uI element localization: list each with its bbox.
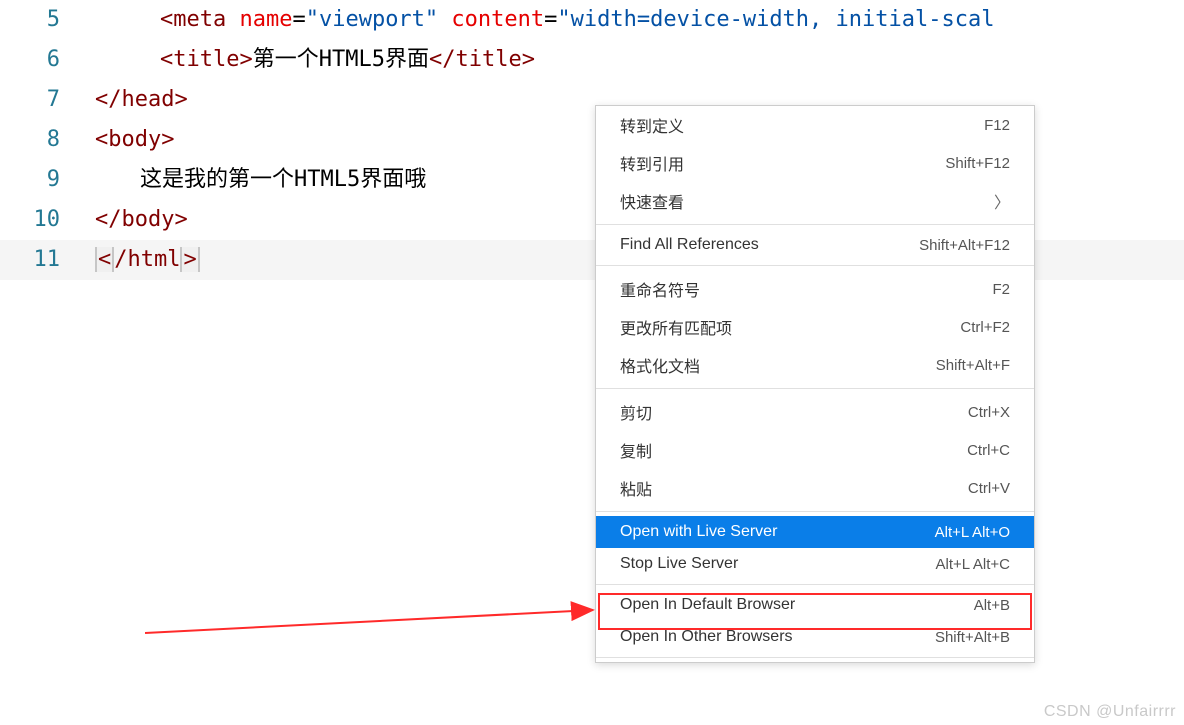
menu-item-shortcut: F12: [984, 117, 1010, 134]
menu-item-stop-live-server[interactable]: Stop Live Server Alt+L Alt+C: [596, 548, 1034, 580]
menu-separator: [596, 511, 1034, 512]
code-line: <title>第一个HTML5界面</title>: [95, 40, 1184, 80]
menu-item-copy[interactable]: 复制 Ctrl+C: [596, 431, 1034, 469]
menu-item-shortcut: Ctrl+F2: [960, 319, 1010, 336]
menu-item-shortcut: F2: [992, 281, 1010, 298]
menu-item-rename-symbol[interactable]: 重命名符号 F2: [596, 270, 1034, 308]
menu-item-label: 复制: [620, 438, 652, 462]
line-number: 5: [0, 0, 95, 40]
menu-item-open-with-live-server[interactable]: Open with Live Server Alt+L Alt+O: [596, 516, 1034, 548]
menu-item-format-document[interactable]: 格式化文档 Shift+Alt+F: [596, 346, 1034, 384]
line-number: 6: [0, 40, 95, 80]
menu-separator: [596, 388, 1034, 389]
menu-item-label: 剪切: [620, 400, 652, 424]
watermark: CSDN @Unfairrrr: [1044, 703, 1176, 721]
menu-item-label: 格式化文档: [620, 353, 700, 377]
line-number: 7: [0, 80, 95, 120]
menu-item-shortcut: Alt+B: [974, 597, 1010, 614]
menu-separator: [596, 584, 1034, 585]
menu-item-paste[interactable]: 粘贴 Ctrl+V: [596, 469, 1034, 507]
line-number-gutter: 5 6 7 8 9 10 11: [0, 0, 95, 280]
menu-item-find-all-references[interactable]: Find All References Shift+Alt+F12: [596, 229, 1034, 261]
annotation-arrow: [145, 465, 605, 635]
line-number: 8: [0, 120, 95, 160]
menu-item-label: 粘贴: [620, 476, 652, 500]
menu-item-label: Open In Other Browsers: [620, 628, 793, 646]
menu-item-label: 转到定义: [620, 113, 684, 137]
line-number: 11: [0, 240, 95, 280]
menu-separator: [596, 224, 1034, 225]
menu-item-shortcut: Shift+Alt+F: [936, 357, 1010, 374]
menu-item-change-all-occurrences[interactable]: 更改所有匹配项 Ctrl+F2: [596, 308, 1034, 346]
menu-item-open-in-default-browser[interactable]: Open In Default Browser Alt+B: [596, 589, 1034, 621]
menu-item-shortcut: Shift+F12: [945, 155, 1010, 172]
menu-item-label: Open In Default Browser: [620, 596, 795, 614]
code-line: <meta name="viewport" content="width=dev…: [95, 0, 1184, 40]
menu-separator: [596, 265, 1034, 266]
menu-item-cut[interactable]: 剪切 Ctrl+X: [596, 393, 1034, 431]
menu-item-label: 重命名符号: [620, 277, 700, 301]
menu-item-shortcut: Ctrl+V: [968, 480, 1010, 497]
menu-item-shortcut: Ctrl+X: [968, 404, 1010, 421]
menu-item-shortcut: Alt+L Alt+O: [935, 524, 1010, 541]
menu-item-goto-references[interactable]: 转到引用 Shift+F12: [596, 144, 1034, 182]
chevron-right-icon: 〉: [994, 189, 1010, 213]
menu-item-peek[interactable]: 快速查看 〉: [596, 182, 1034, 220]
line-number: 9: [0, 160, 95, 200]
menu-item-shortcut: Ctrl+C: [967, 442, 1010, 459]
menu-item-shortcut: Alt+L Alt+C: [936, 556, 1011, 573]
menu-item-label: Stop Live Server: [620, 555, 738, 573]
menu-item-label: 更改所有匹配项: [620, 315, 732, 339]
line-number: 10: [0, 200, 95, 240]
menu-item-open-in-other-browsers[interactable]: Open In Other Browsers Shift+Alt+B: [596, 621, 1034, 653]
menu-item-goto-definition[interactable]: 转到定义 F12: [596, 106, 1034, 144]
menu-item-shortcut: Shift+Alt+F12: [919, 237, 1010, 254]
context-menu[interactable]: 转到定义 F12 转到引用 Shift+F12 快速查看 〉 Find All …: [595, 105, 1035, 663]
menu-item-label: Open with Live Server: [620, 523, 777, 541]
menu-item-label: 转到引用: [620, 151, 684, 175]
menu-item-label: Find All References: [620, 236, 759, 254]
menu-item-shortcut: Shift+Alt+B: [935, 629, 1010, 646]
menu-item-label: 快速查看: [620, 189, 684, 213]
menu-separator: [596, 657, 1034, 658]
